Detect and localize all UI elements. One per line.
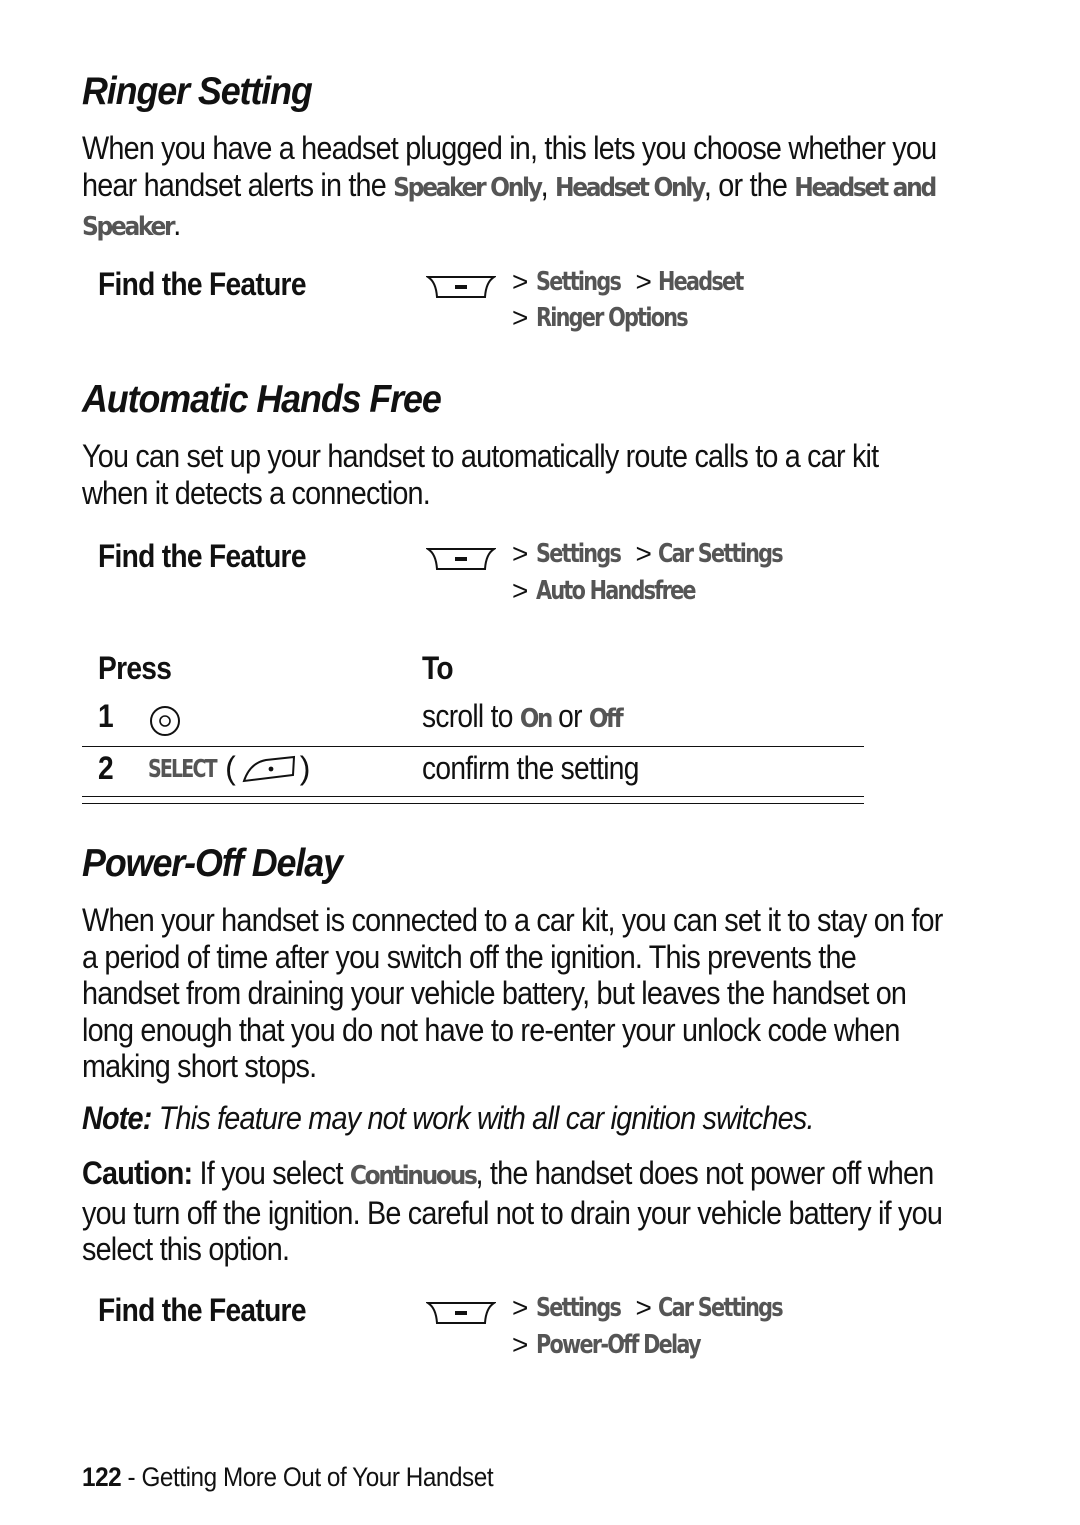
caution-label: Caution: [82,1155,193,1191]
table-bottom-rule [82,796,864,797]
find-feature-label: Find the Feature [98,538,306,574]
header-press: Press [98,650,172,686]
step-number: 1 [98,698,114,734]
text: or [550,698,589,734]
menu-key-icon [426,548,496,570]
option-off: Off [588,704,624,734]
table-bottom-rule [82,803,864,804]
menu-key-icon [426,276,496,298]
step-action: confirm the setting [422,750,639,786]
caution: Caution: If you select Continuous, the h… [82,1155,946,1268]
right-soft-key-icon [242,755,295,782]
find-feature-label: Find the Feature [98,1292,306,1328]
page-number: 122 [82,1462,122,1492]
section-title-automatic-hands-free: Automatic Hands Free [82,378,442,421]
path-separator: > [512,302,529,333]
menu-item-headset: Headset [657,267,744,297]
menu-item-car-settings: Car Settings [657,539,784,569]
automatic-hands-free-description: You can set up your handset to automatic… [82,438,879,511]
option-on: On [519,704,553,734]
menu-path-line-2: > Auto Handsfree [512,575,735,607]
section-title-power-off-delay: Power-Off Delay [82,842,343,885]
chapter-title: Getting More Out of Your Handset [141,1462,494,1492]
menu-path-line-1: > Settings > Headset [512,266,764,298]
text: scroll to [422,698,520,734]
step-action: scroll to On or Off [422,698,624,735]
menu-item-power-off-delay: Power-Off Delay [536,1330,702,1360]
power-off-delay-description: When your handset is connected to a car … [82,902,943,1084]
menu-item-auto-handsfree: Auto Handsfree [536,576,697,606]
option-continuous: Continuous [349,1161,478,1191]
page-footer: 122 - Getting More Out of Your Handset [82,1462,494,1493]
text: If you select [192,1155,350,1191]
path-separator: > [635,1292,652,1323]
note: Note: This feature may not work with all… [82,1100,946,1137]
ringer-setting-description: When you have a headset plugged in, this… [82,130,946,246]
find-feature-label: Find the Feature [98,266,306,302]
option-headset-only: Headset Only [555,172,706,203]
paren-close: ) [299,750,311,786]
header-to: To [422,650,454,686]
option-speaker-only: Speaker Only [393,172,543,203]
path-separator: > [635,266,652,297]
row-divider [82,746,864,747]
menu-path-line-1: > Settings > Car Settings [512,538,813,570]
path-separator: > [512,1292,529,1323]
menu-item-car-settings: Car Settings [657,1293,784,1323]
path-separator: > [512,1329,529,1360]
menu-path-line-2: > Ringer Options [512,302,725,334]
menu-item-settings: Settings [536,1293,622,1323]
text: . [173,206,181,242]
paren-open: ( [225,750,236,786]
select-label: SELECT [148,754,218,783]
path-separator: > [512,266,529,297]
note-label: Note: [82,1100,152,1136]
path-separator: > [635,538,652,569]
menu-path-line-2: > Power-Off Delay [512,1329,741,1361]
text: , or the [703,166,795,203]
section-title-ringer-setting: Ringer Setting [82,70,313,113]
path-separator: > [512,538,529,569]
menu-item-ringer-options: Ringer Options [536,303,689,333]
path-separator: > [512,575,529,606]
menu-path-line-1: > Settings > Car Settings [512,1292,813,1324]
text: , [540,166,556,203]
step-number: 2 [98,750,114,786]
nav-key-icon [150,706,180,736]
press-select-key: SELECT ( ) [148,750,310,787]
footer-separator: - [121,1462,142,1492]
menu-key-icon [426,1302,496,1324]
note-text: This feature may not work with all car i… [151,1100,815,1136]
menu-item-settings: Settings [536,267,622,297]
menu-item-settings: Settings [536,539,622,569]
